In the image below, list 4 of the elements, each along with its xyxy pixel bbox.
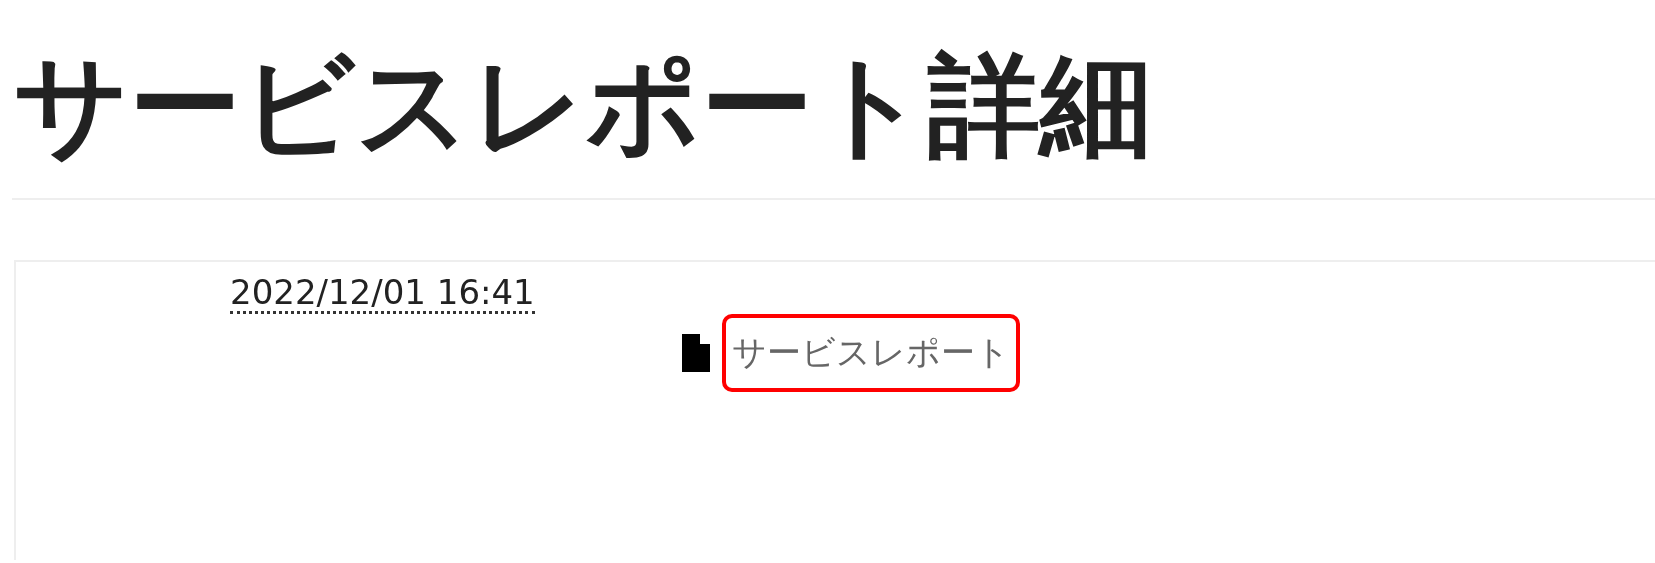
file-icon bbox=[682, 334, 710, 373]
attachment-link[interactable]: サービスレポート bbox=[722, 314, 1020, 393]
timestamp: 2022/12/01 16:41 bbox=[230, 274, 535, 315]
page-title: サービスレポート詳細 bbox=[13, 39, 1153, 172]
